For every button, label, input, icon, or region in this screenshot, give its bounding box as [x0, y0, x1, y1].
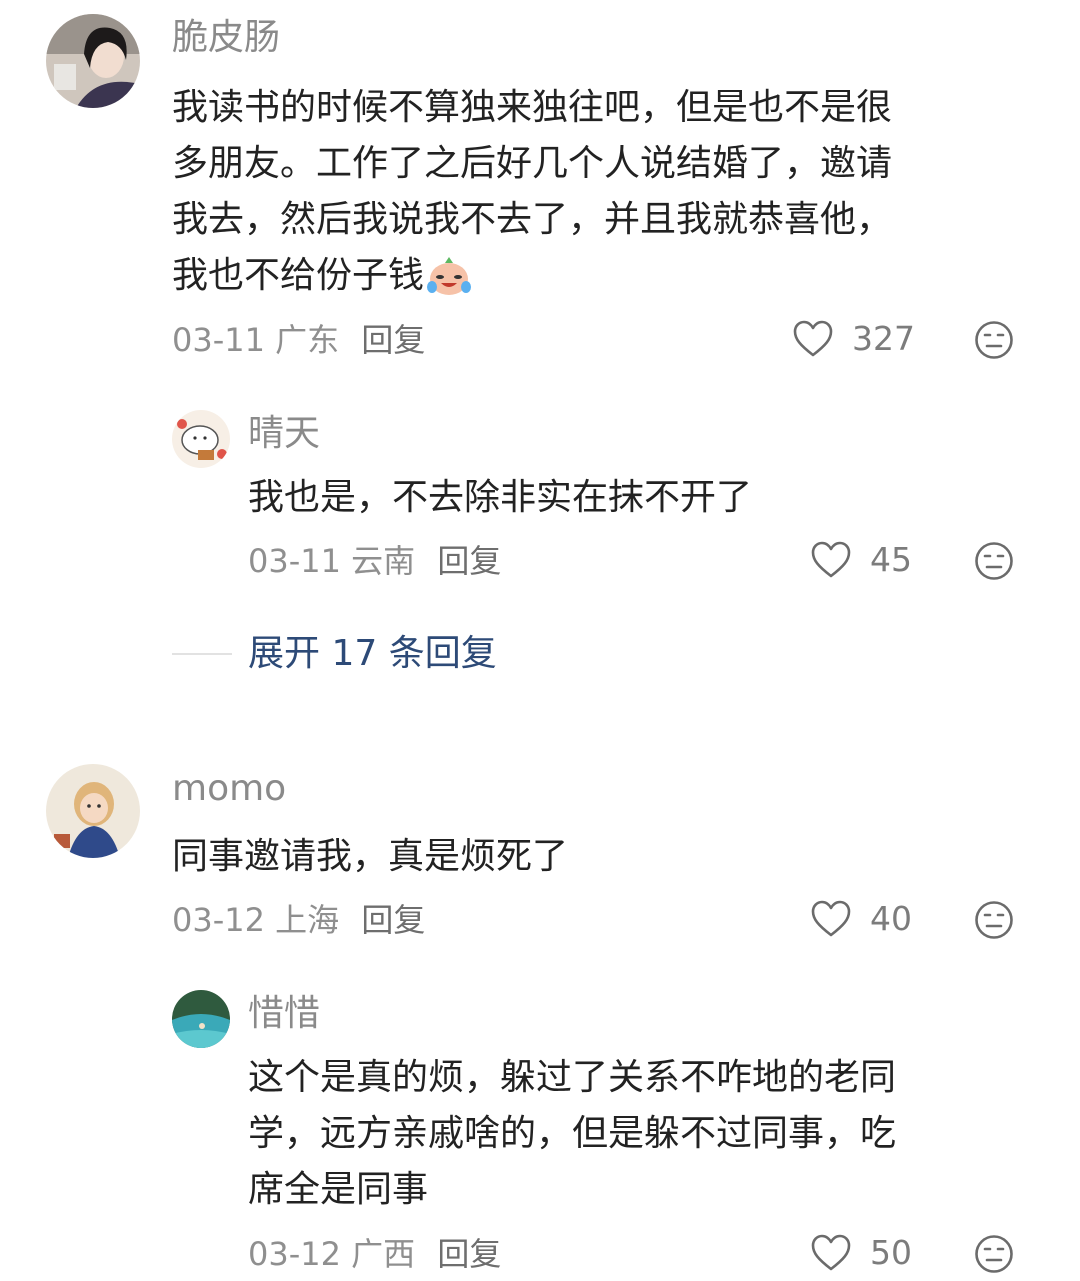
comment-date: 03-11: [172, 321, 265, 359]
reply-meta: 03-12 广西 回复: [248, 1234, 501, 1274]
comment-username[interactable]: momo: [172, 767, 286, 811]
reply-button[interactable]: 回复: [437, 542, 501, 580]
comment-text: 我读书的时候不算独来独往吧，但是也不是很 多朋友。工作了之后好几个人说结婚了，邀…: [172, 80, 892, 304]
reply-location: 云南: [351, 542, 416, 580]
like-button[interactable]: 45: [810, 540, 912, 580]
avatar-image: [46, 764, 140, 858]
reply-meta: 03-11 云南 回复: [248, 541, 501, 581]
heart-outline-icon: [811, 900, 851, 937]
avatar-xixi[interactable]: [172, 990, 230, 1048]
reply-line: 我也是，不去除非实在抹不开了: [248, 477, 753, 518]
avatar-cuipichang[interactable]: [46, 14, 140, 108]
reply-date: 03-11: [248, 542, 341, 580]
expand-replies-button[interactable]: 展开 17 条回复: [172, 632, 497, 676]
reply-button[interactable]: 回复: [361, 901, 425, 939]
reply-location: 广西: [351, 1235, 416, 1273]
comment-username[interactable]: 脆皮肠: [172, 16, 280, 60]
reply-username[interactable]: 晴天: [248, 412, 320, 456]
comment-line: 我也不给份子钱: [172, 255, 425, 296]
like-button[interactable]: 327: [792, 319, 915, 359]
comment-line: 我读书的时候不算独来独往吧，但是也不是很: [172, 87, 893, 128]
comment-meta: 03-11 广东 回复: [172, 320, 425, 360]
avatar-qingtian[interactable]: [172, 410, 230, 468]
like-button[interactable]: 40: [810, 899, 912, 939]
neutral-face-icon[interactable]: [974, 1234, 1014, 1274]
comment-date: 03-12: [172, 901, 265, 939]
reply-line: 这个是真的烦，躲过了关系不咋地的老同: [248, 1057, 897, 1098]
comment-location: 广东: [275, 321, 340, 359]
reply-line: 学，远方亲戚啥的，但是躲不过同事，吃: [248, 1113, 897, 1154]
reply-line: 席全是同事: [248, 1169, 429, 1210]
reply-username[interactable]: 惜惜: [248, 992, 320, 1036]
avatar-momo[interactable]: [46, 764, 140, 858]
avatar-image: [46, 14, 140, 108]
comment-line: 我去，然后我说我不去了，并且我就恭喜他，: [172, 199, 893, 240]
comment-meta: 03-12 上海 回复: [172, 900, 425, 940]
heart-outline-icon: [811, 1234, 851, 1271]
reply-button[interactable]: 回复: [437, 1235, 501, 1273]
like-button[interactable]: 50: [810, 1233, 912, 1273]
comment-line: 多朋友。工作了之后好几个人说结婚了，邀请: [172, 143, 893, 184]
neutral-face-icon[interactable]: [974, 541, 1014, 581]
comment-text: 同事邀请我，真是烦死了: [172, 829, 568, 885]
neutral-face-icon[interactable]: [974, 320, 1014, 360]
divider-line: [172, 653, 232, 655]
avatar-image: [172, 410, 230, 468]
like-count: 40: [870, 899, 912, 938]
neutral-face-icon[interactable]: [974, 900, 1014, 940]
reply-text: 这个是真的烦，躲过了关系不咋地的老同 学，远方亲戚啥的，但是躲不过同事，吃 席全…: [248, 1050, 896, 1218]
comment-location: 上海: [275, 901, 340, 939]
avatar-image: [172, 990, 230, 1048]
comment-line: 同事邀请我，真是烦死了: [172, 836, 569, 877]
expand-replies-label: 展开 17 条回复: [248, 633, 497, 674]
reply-text: 我也是，不去除非实在抹不开了: [248, 470, 752, 526]
crying-laughing-emoji-icon: [426, 253, 472, 299]
like-count: 50: [870, 1233, 912, 1272]
heart-outline-icon: [811, 541, 851, 578]
heart-outline-icon: [793, 320, 833, 357]
reply-date: 03-12: [248, 1235, 341, 1273]
like-count: 327: [852, 319, 915, 358]
reply-button[interactable]: 回复: [361, 321, 425, 359]
like-count: 45: [870, 540, 912, 579]
